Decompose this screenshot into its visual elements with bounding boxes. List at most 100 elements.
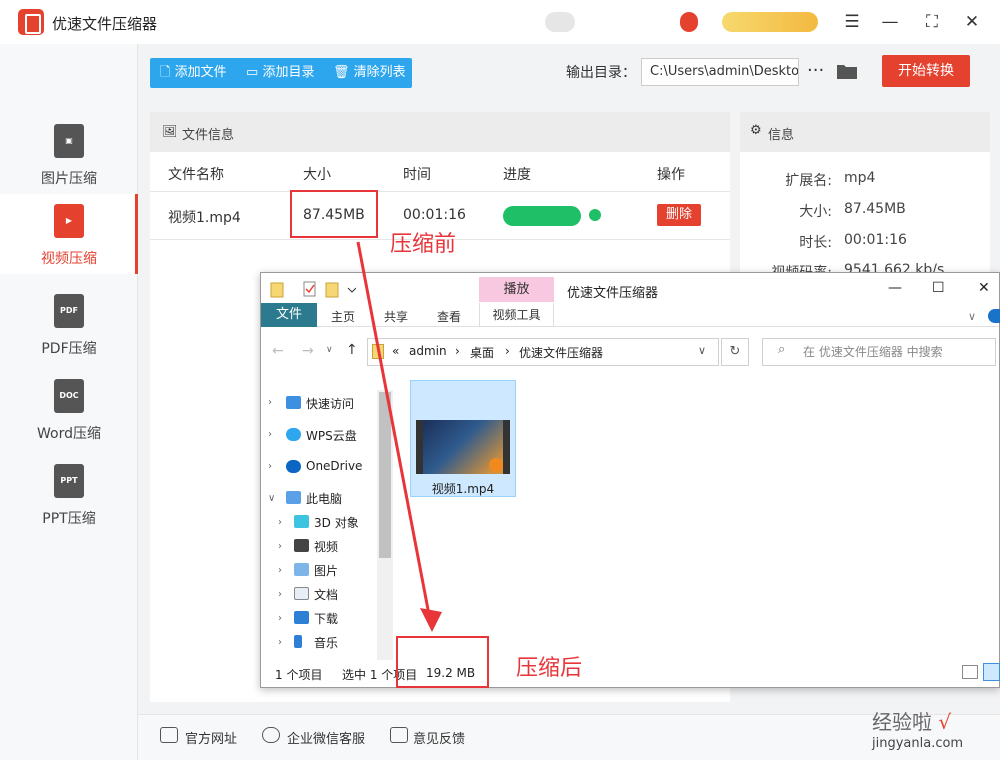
expand-icon[interactable]: ›: [278, 565, 282, 576]
file-panel-header: 🖼 文件信息: [150, 112, 730, 152]
info-value: 00:01:16: [844, 232, 907, 248]
play-context-tab[interactable]: 播放: [479, 277, 554, 302]
wechat-icon: [262, 727, 280, 743]
sidebar-item-ppt[interactable]: PPT PPT压缩: [0, 454, 138, 534]
watermark-check: √: [938, 710, 952, 734]
tab-video-tools[interactable]: 视频工具: [479, 303, 554, 327]
clear-list-label: 清除列表: [353, 65, 406, 80]
close-icon[interactable]: ✕: [960, 10, 984, 34]
highlight-box-after: [396, 636, 489, 688]
ppt-file-icon: PPT: [54, 464, 84, 498]
minimize-icon[interactable]: —: [878, 10, 902, 34]
expand-icon[interactable]: ›: [268, 429, 272, 440]
image-file-icon: ▣: [54, 124, 84, 158]
add-dir-label: 添加目录: [262, 65, 315, 80]
sidebar-item-word[interactable]: DOC Word压缩: [0, 369, 138, 449]
search-input[interactable]: 在 优速文件压缩器 中搜索: [762, 338, 996, 366]
info-key: 时长:: [799, 235, 832, 251]
expand-icon[interactable]: ›: [268, 461, 272, 472]
column-header-action: 操作: [657, 167, 685, 183]
menu-icon[interactable]: ☰: [840, 10, 864, 34]
vip-banner[interactable]: [722, 12, 818, 32]
more-icon[interactable]: ···: [807, 58, 824, 84]
tree-item-downloads[interactable]: 下载: [314, 610, 338, 627]
large-icons-view-icon[interactable]: [983, 663, 1000, 681]
recent-dropdown-icon[interactable]: ∨: [326, 345, 333, 355]
collapse-icon[interactable]: ∨: [268, 493, 275, 504]
sidebar-item-video[interactable]: ▶ 视频压缩: [0, 194, 138, 274]
file-time-cell: 00:01:16: [403, 207, 466, 223]
breadcrumb-folder[interactable]: 优速文件压缩器: [519, 344, 603, 361]
back-arrow-icon[interactable]: ←: [272, 343, 284, 359]
tab-file[interactable]: 文件: [261, 303, 317, 327]
tree-item-documents[interactable]: 文档: [314, 586, 338, 603]
clear-list-button[interactable]: 🗑 清除列表: [333, 58, 406, 88]
app-title: 优速文件压缩器: [52, 15, 158, 33]
app-logo-icon: [18, 9, 44, 35]
explorer-maximize-icon[interactable]: ☐: [932, 280, 945, 296]
refresh-icon[interactable]: ↻: [721, 338, 749, 366]
website-icon: [160, 727, 178, 743]
ribbon-expand-icon[interactable]: ∨: [968, 310, 976, 323]
expand-icon[interactable]: ›: [268, 397, 272, 408]
tree-item-this-pc[interactable]: 此电脑: [306, 490, 342, 507]
image-icon: 🖼: [162, 124, 178, 138]
breadcrumb-separator: ›: [455, 344, 460, 358]
help-icon[interactable]: [988, 309, 1000, 323]
watermark-brand: 经验啦: [872, 710, 932, 734]
expand-icon[interactable]: ›: [278, 589, 282, 600]
sidebar-item-label: PPT压缩: [42, 511, 96, 527]
delete-button[interactable]: 删除: [657, 204, 701, 226]
search-icon: ⌕: [778, 342, 786, 357]
column-header-size: 大小: [303, 167, 331, 183]
wechat-service-link[interactable]: 企业微信客服: [287, 728, 365, 747]
pdf-file-icon: PDF: [54, 294, 84, 328]
forward-arrow-icon[interactable]: →: [302, 343, 314, 359]
sidebar: ▣ 图片压缩 ▶ 视频压缩 PDF PDF压缩 DOC Word压缩 PPT P…: [0, 44, 138, 760]
address-dropdown-icon[interactable]: ∨: [698, 344, 706, 357]
breadcrumb-desktop[interactable]: 桌面: [470, 344, 494, 361]
add-file-button[interactable]: 🗋 添加文件: [160, 58, 227, 88]
add-dir-button[interactable]: ▭ 添加目录: [246, 58, 314, 88]
film-icon: [294, 539, 309, 552]
file-panel-title: 文件信息: [182, 128, 235, 143]
sidebar-item-image[interactable]: ▣ 图片压缩: [0, 114, 138, 194]
tree-item-music[interactable]: 音乐: [314, 634, 338, 651]
expand-icon[interactable]: ›: [278, 517, 282, 528]
breadcrumb-separator: ›: [505, 344, 510, 358]
tree-item-videos[interactable]: 视频: [314, 538, 338, 555]
output-dir-input[interactable]: C:\Users\admin\Deskto: [641, 58, 799, 86]
expand-icon[interactable]: ›: [278, 541, 282, 552]
onedrive-icon: [286, 460, 301, 473]
info-value: 87.45MB: [844, 201, 906, 217]
add-file-label: 添加文件: [174, 65, 227, 80]
column-header-progress: 进度: [503, 167, 531, 183]
quick-access-toolbar[interactable]: [270, 280, 356, 298]
expand-icon[interactable]: ›: [278, 613, 282, 624]
website-link[interactable]: 官方网址: [185, 728, 237, 747]
explorer-minimize-icon[interactable]: —: [888, 280, 902, 296]
fullscreen-icon[interactable]: ⛶: [920, 10, 944, 34]
file-name-cell: 视频1.mp4: [168, 210, 241, 226]
tree-item-pictures[interactable]: 图片: [314, 562, 338, 579]
computer-icon: [286, 491, 301, 504]
details-view-icon[interactable]: [962, 665, 978, 679]
start-convert-button[interactable]: 开始转换: [882, 55, 970, 87]
expand-icon[interactable]: ›: [278, 637, 282, 648]
info-panel-title: 信息: [768, 128, 795, 143]
output-dir-label: 输出目录：: [566, 65, 636, 81]
feedback-link[interactable]: 意见反馈: [413, 728, 465, 747]
info-value: mp4: [844, 170, 876, 186]
play-badge-icon: [489, 458, 503, 472]
explorer-close-icon[interactable]: ✕: [978, 280, 990, 296]
progress-bar: [503, 206, 581, 226]
sidebar-item-pdf[interactable]: PDF PDF压缩: [0, 284, 138, 364]
folder-icon[interactable]: [836, 62, 858, 80]
notification-icon[interactable]: [680, 12, 698, 32]
info-panel-header: ⚙ 信息: [740, 112, 990, 152]
info-key: 大小:: [799, 204, 832, 220]
annotation-after: 压缩后: [516, 656, 583, 681]
sidebar-item-label: Word压缩: [37, 426, 101, 442]
divider: [150, 191, 730, 192]
tree-item-quick-access[interactable]: 快速访问: [306, 395, 354, 412]
